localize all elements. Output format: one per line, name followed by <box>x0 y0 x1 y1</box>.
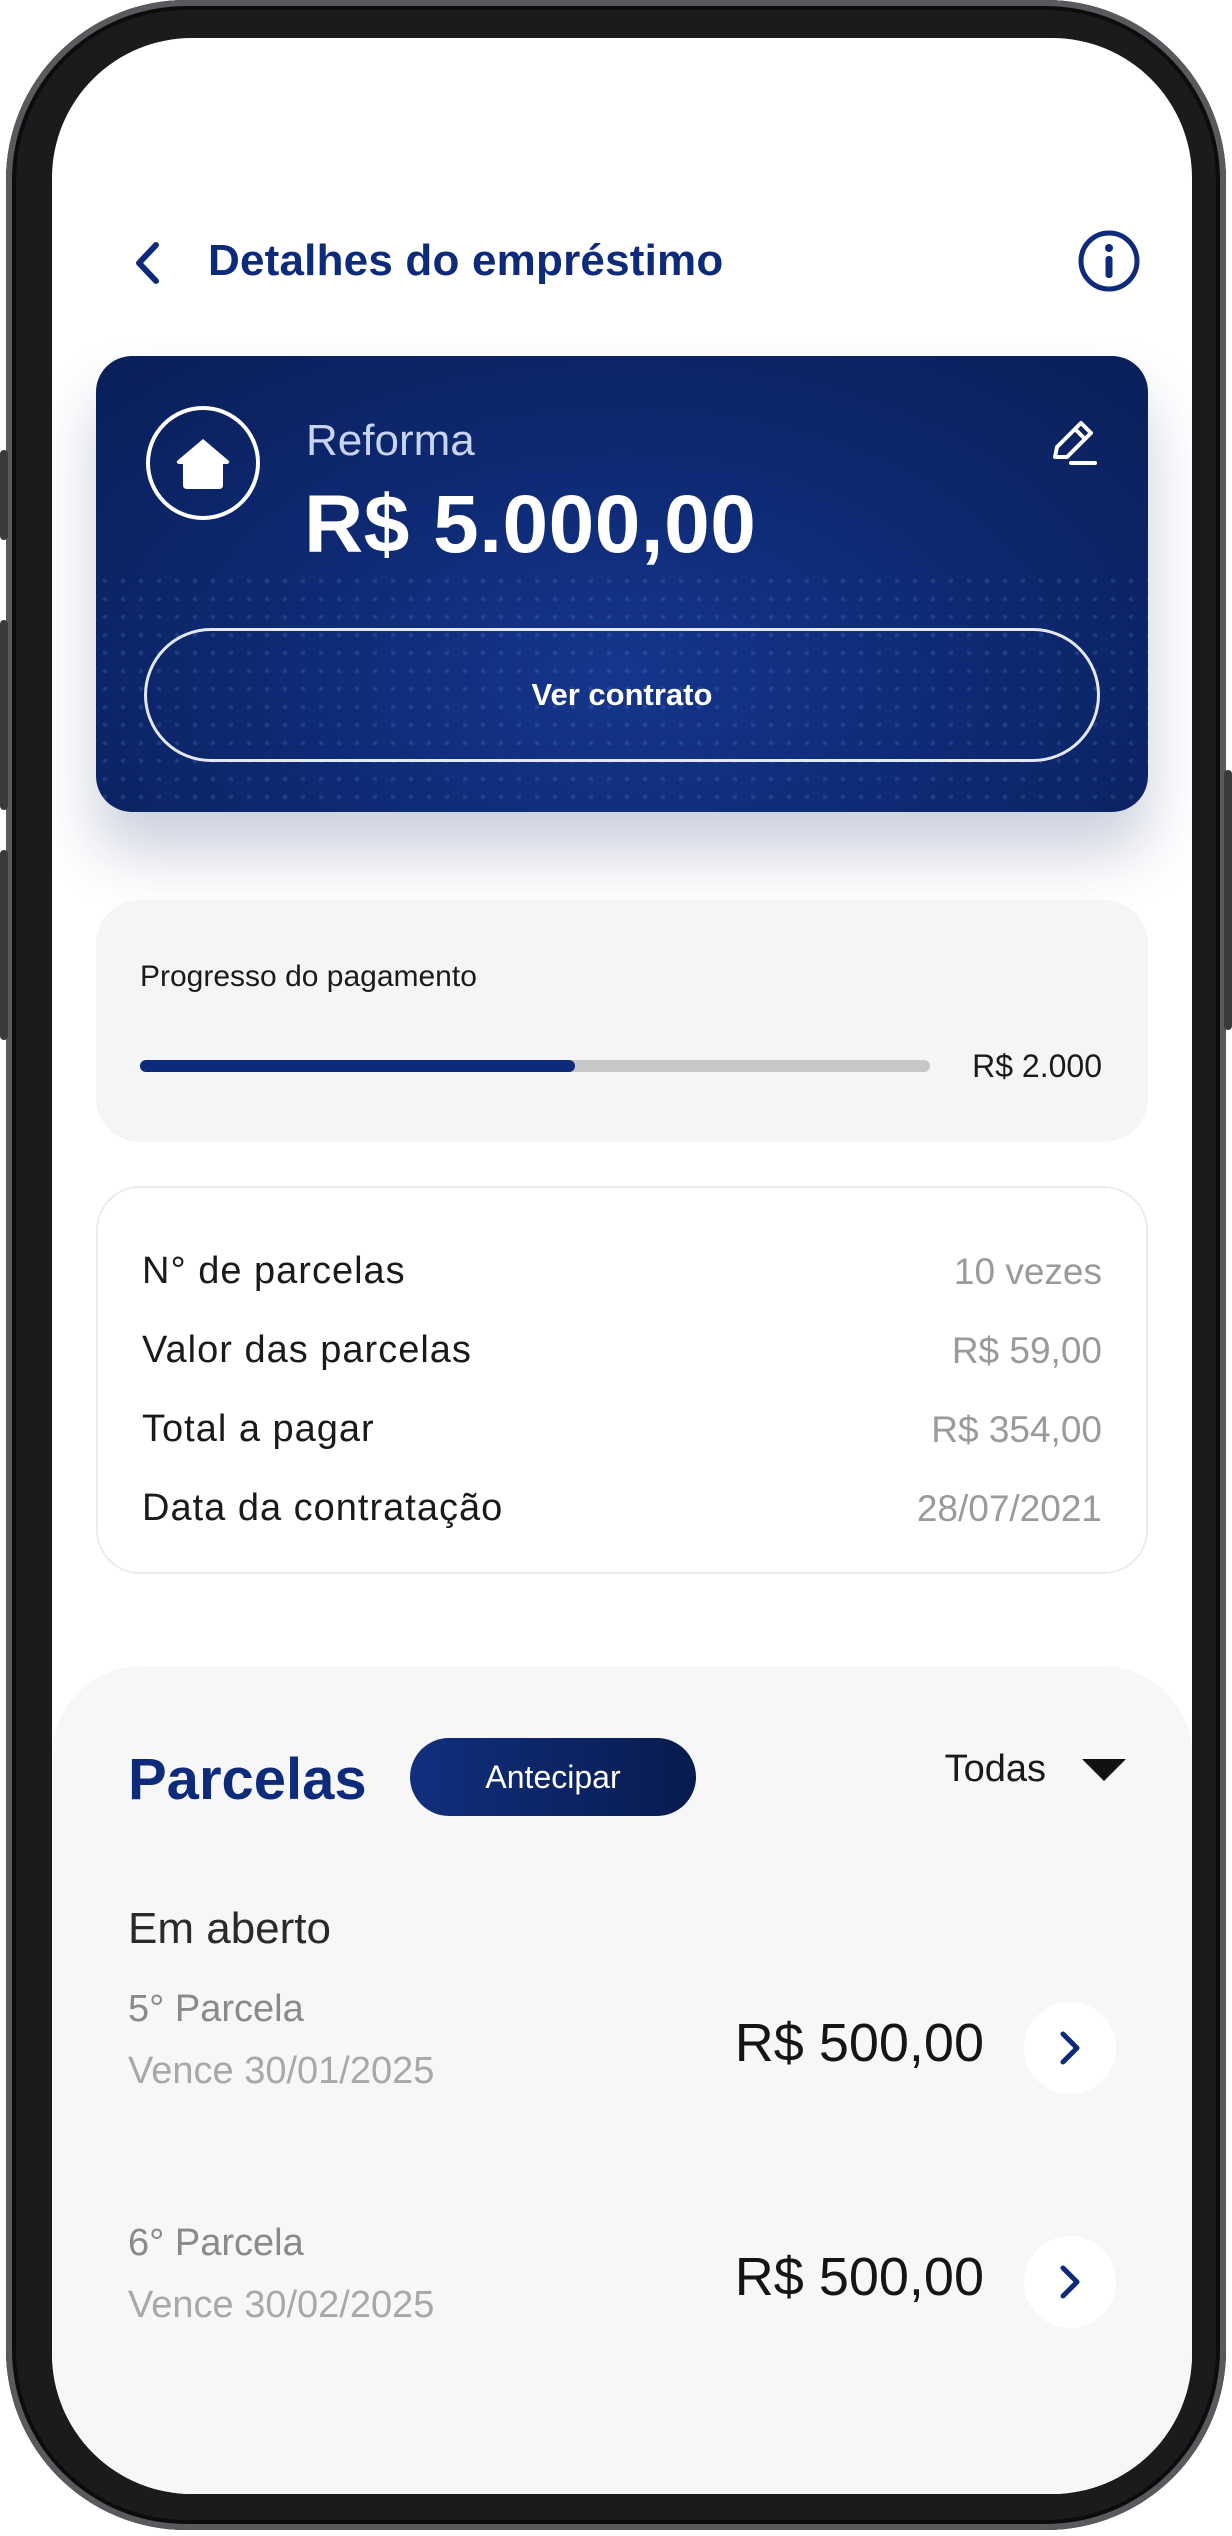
phone-side-button <box>0 850 8 1040</box>
installment-name: 5° Parcela <box>128 1988 304 2030</box>
info-icon <box>1078 230 1140 292</box>
progress-bar <box>140 1060 930 1072</box>
detail-row: Data da contratação 28/07/2021 <box>142 1469 1102 1548</box>
detail-label: N° de parcelas <box>142 1250 406 1292</box>
installment-group-label: Em aberto <box>128 1904 331 1953</box>
installment-amount: R$ 500,00 <box>734 2013 984 2073</box>
detail-value: R$ 354,00 <box>931 1408 1102 1450</box>
installment-item[interactable]: 6° Parcela Vence 30/02/2025 R$ 500,00 <box>128 2222 1128 2352</box>
filter-label: Todas <box>944 1748 1046 1790</box>
detail-value: 10 vezes <box>953 1250 1102 1292</box>
app-screen: Detalhes do empréstimo Reforma R$ 5.000,… <box>52 38 1192 2494</box>
pencil-icon <box>1053 421 1097 465</box>
installment-open-button[interactable] <box>1024 2002 1116 2094</box>
detail-row: N° de parcelas 10 vezes <box>142 1232 1102 1311</box>
installment-amount: R$ 500,00 <box>734 2247 984 2307</box>
info-button[interactable] <box>1074 226 1144 296</box>
detail-value: R$ 59,00 <box>951 1329 1102 1371</box>
payment-progress-card: Progresso do pagamento R$ 2.000 <box>96 900 1148 1142</box>
caret-down-icon <box>1082 1758 1126 1781</box>
detail-row: Total a pagar R$ 354,00 <box>142 1390 1102 1469</box>
loan-category: Reforma <box>306 416 475 465</box>
edit-button[interactable] <box>1042 412 1102 472</box>
loan-category-badge <box>146 406 260 520</box>
loan-amount: R$ 5.000,00 <box>304 479 757 570</box>
back-button[interactable] <box>112 228 182 298</box>
chevron-right-icon <box>1060 2265 1080 2299</box>
anticipate-button[interactable]: Antecipar <box>410 1738 696 1816</box>
chevron-left-icon <box>136 242 159 284</box>
progress-bar-fill <box>140 1060 575 1072</box>
installment-due-date: Vence 30/02/2025 <box>128 2284 435 2326</box>
home-icon <box>176 439 230 489</box>
detail-row: Valor das parcelas R$ 59,00 <box>142 1311 1102 1390</box>
loan-summary-card: Reforma R$ 5.000,00 Ver contrato <box>96 356 1148 812</box>
detail-value: 28/07/2021 <box>916 1487 1102 1529</box>
phone-frame: Detalhes do empréstimo Reforma R$ 5.000,… <box>0 0 1232 2530</box>
chevron-right-icon <box>1060 2031 1080 2065</box>
detail-label: Valor das parcelas <box>142 1329 472 1371</box>
phone-side-button <box>0 620 8 810</box>
installments-title: Parcelas <box>128 1747 367 1812</box>
page-title: Detalhes do empréstimo <box>208 236 724 285</box>
view-contract-button[interactable]: Ver contrato <box>144 628 1100 762</box>
installment-name: 6° Parcela <box>128 2222 304 2264</box>
installment-filter-dropdown[interactable]: Todas <box>945 1748 1126 1791</box>
progress-value: R$ 2.000 <box>972 1048 1102 1084</box>
detail-label: Data da contratação <box>142 1487 504 1529</box>
installment-due-date: Vence 30/01/2025 <box>128 2050 435 2092</box>
installment-open-button[interactable] <box>1024 2236 1116 2328</box>
phone-side-button <box>1224 770 1232 1030</box>
installment-item[interactable]: 5° Parcela Vence 30/01/2025 R$ 500,00 <box>128 1988 1128 2118</box>
progress-title: Progresso do pagamento <box>140 960 477 993</box>
app-header: Detalhes do empréstimo <box>52 198 1192 328</box>
loan-details-card: N° de parcelas 10 vezes Valor das parcel… <box>96 1186 1148 1574</box>
detail-label: Total a pagar <box>142 1408 375 1450</box>
installments-section: Parcelas Antecipar Todas Em aberto 5° Pa… <box>52 1666 1192 2494</box>
phone-side-button <box>0 450 8 540</box>
